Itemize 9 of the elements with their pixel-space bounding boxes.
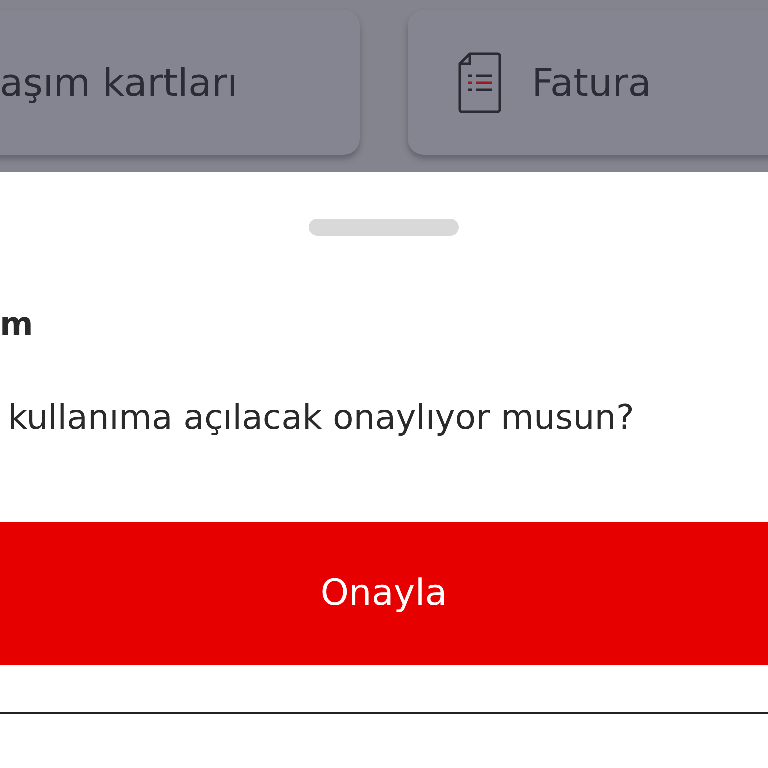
card-label: aşım kartları — [0, 60, 238, 104]
card-label: Fatura — [532, 60, 652, 104]
drag-handle[interactable] — [309, 219, 459, 236]
confirm-button[interactable]: Onayla — [0, 522, 768, 665]
shortcut-card[interactable]: aşım kartları — [0, 10, 360, 155]
sheet-message: kullanıma açılacak onaylıyor musun? — [7, 397, 636, 440]
sheet-title: m — [0, 304, 34, 344]
shortcut-card[interactable]: Fatura — [408, 10, 768, 155]
document-icon — [458, 52, 502, 114]
